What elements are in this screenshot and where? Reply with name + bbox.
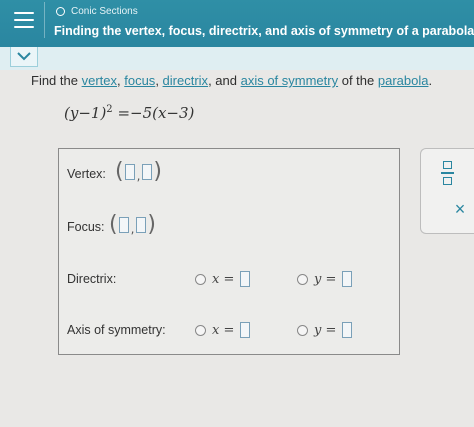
fraction-numerator-icon bbox=[442, 161, 452, 169]
y-equals-text: y = bbox=[314, 271, 337, 287]
directrix-label: Directrix: bbox=[67, 272, 117, 286]
collapse-button[interactable] bbox=[10, 47, 38, 67]
radio-button[interactable] bbox=[297, 273, 308, 285]
equation-right: =−5(x−3) bbox=[112, 104, 195, 122]
y-equals-text: y = bbox=[314, 322, 337, 338]
x-equals-text: x = bbox=[212, 322, 235, 338]
chevron-down-icon bbox=[17, 52, 31, 61]
focus-y-field[interactable] bbox=[136, 217, 147, 233]
top-header: Conic Sections Finding the vertex, focus… bbox=[0, 0, 474, 47]
prompt-text: of the bbox=[338, 73, 378, 88]
vertex-link[interactable]: vertex bbox=[82, 73, 117, 88]
prompt-text: , and bbox=[208, 73, 241, 88]
vertex-y-field[interactable] bbox=[142, 164, 153, 180]
topic-label: Conic Sections bbox=[71, 6, 138, 17]
prompt-text: . bbox=[428, 73, 433, 88]
fraction-button[interactable] bbox=[439, 161, 455, 185]
axis-x-option[interactable]: x = bbox=[195, 322, 251, 338]
axis-of-symmetry-link[interactable]: axis of symmetry bbox=[241, 73, 339, 88]
focus-x-field[interactable] bbox=[118, 217, 129, 233]
menu-icon-line bbox=[13, 26, 34, 28]
vertex-x-field[interactable] bbox=[124, 164, 135, 180]
x-equals-text: x = bbox=[212, 271, 235, 287]
radio-button[interactable] bbox=[195, 273, 206, 285]
directrix-x-option[interactable]: x = bbox=[195, 271, 251, 287]
axis-x-field[interactable] bbox=[240, 322, 251, 338]
answer-panel: Vertex: ( , ) Focus: ( , ) Directrix: x … bbox=[58, 148, 400, 355]
axis-label: Axis of symmetry: bbox=[67, 323, 166, 337]
math-tools-panel: × bbox=[420, 148, 474, 234]
topic-circle-icon bbox=[56, 7, 65, 16]
parabola-link[interactable]: parabola bbox=[378, 73, 429, 88]
menu-icon-line bbox=[13, 12, 34, 14]
axis-y-option[interactable]: y = bbox=[297, 322, 353, 338]
close-paren: ) bbox=[147, 212, 157, 237]
radio-button[interactable] bbox=[195, 324, 206, 336]
clear-button[interactable]: × bbox=[452, 200, 468, 218]
question-prompt: Find the vertex, focus, directrix, and a… bbox=[31, 73, 432, 88]
radio-button[interactable] bbox=[297, 324, 308, 336]
directrix-y-option[interactable]: y = bbox=[297, 271, 353, 287]
fraction-bar-icon bbox=[440, 172, 454, 174]
menu-button[interactable] bbox=[3, 2, 45, 38]
focus-link[interactable]: focus bbox=[124, 73, 155, 88]
menu-icon-line bbox=[13, 19, 34, 21]
focus-label: Focus: bbox=[67, 220, 105, 234]
directrix-x-field[interactable] bbox=[240, 271, 251, 287]
prompt-text: , bbox=[155, 73, 163, 88]
parabola-equation: (y−1)2 =−5(x−3) bbox=[64, 104, 194, 122]
page-title: Finding the vertex, focus, directrix, an… bbox=[54, 24, 474, 38]
directrix-link[interactable]: directrix bbox=[163, 73, 209, 88]
close-paren: ) bbox=[153, 159, 163, 184]
vertex-label: Vertex: bbox=[67, 167, 106, 181]
comma: , bbox=[130, 222, 135, 236]
fraction-denominator-icon bbox=[442, 177, 452, 185]
open-paren: ( bbox=[115, 159, 124, 184]
equation-left: (y−1) bbox=[64, 104, 107, 122]
directrix-y-field[interactable] bbox=[342, 271, 353, 287]
comma: , bbox=[136, 169, 141, 183]
focus-input: ( , ) bbox=[109, 212, 157, 237]
topic-row: Conic Sections bbox=[56, 6, 138, 17]
vertex-input: ( , ) bbox=[115, 159, 163, 184]
axis-y-field[interactable] bbox=[342, 322, 353, 338]
prompt-text: Find the bbox=[31, 73, 82, 88]
collapse-bar bbox=[0, 47, 474, 70]
open-paren: ( bbox=[109, 212, 118, 237]
